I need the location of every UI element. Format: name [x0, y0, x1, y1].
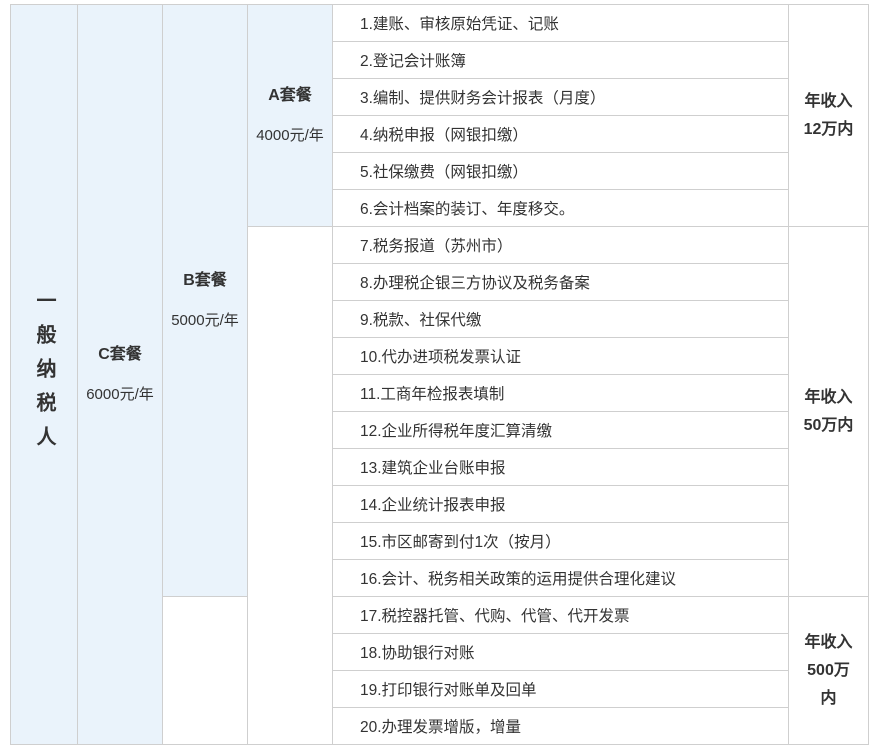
service-item-text: 11.工商年检报表填制 — [360, 386, 505, 403]
package-b-cell: B套餐 5000元/年 — [162, 4, 248, 597]
service-item-text: 12.企业所得税年度汇算清缴 — [360, 423, 553, 440]
service-item: 1.建账、审核原始凭证、记账 — [332, 4, 789, 42]
service-item: 19.打印银行对账单及回单 — [332, 670, 789, 708]
package-c-name: C套餐 — [98, 345, 142, 363]
service-item: 8.办理税企银三方协议及税务备案 — [332, 263, 789, 301]
category-cell: 一般纳税人 — [10, 4, 78, 745]
service-item-text: 18.协助银行对账 — [360, 645, 475, 662]
package-c-price: 6000元/年 — [86, 385, 154, 403]
service-item-text: 1.建账、审核原始凭证、记账 — [360, 16, 559, 33]
service-package-table: 一般纳税人 C套餐 6000元/年 B套餐 5000元/年 A套餐 4000元/… — [0, 0, 886, 753]
service-item-text: 2.登记会计账簿 — [360, 53, 466, 70]
service-item-text: 17.税控器托管、代购、代管、代开发票 — [360, 608, 630, 625]
income-value: 12万内 — [803, 120, 854, 138]
service-item-text: 8.办理税企银三方协议及税务备案 — [360, 275, 590, 292]
service-item-text: 7.税务报道（苏州市） — [360, 238, 513, 255]
service-item-text: 14.企业统计报表申报 — [360, 497, 506, 514]
income-label: 年收入 — [804, 388, 853, 406]
service-item: 2.登记会计账簿 — [332, 41, 789, 79]
service-item-text: 10.代办进项税发票认证 — [360, 349, 522, 366]
service-item-text: 4.纳税申报（网银扣缴） — [360, 127, 528, 144]
income-value: 50万内 — [803, 416, 854, 434]
category-title: 一般纳税人 — [33, 289, 55, 460]
service-item-text: 13.建筑企业台账申报 — [360, 460, 506, 477]
package-b-empty-cell — [162, 596, 248, 745]
service-item: 11.工商年检报表填制 — [332, 374, 789, 412]
service-item: 5.社保缴费（网银扣缴） — [332, 152, 789, 190]
income-label: 年收入 — [804, 92, 853, 110]
income-range-second: 年收入 50万内 — [788, 226, 869, 597]
service-item: 7.税务报道（苏州市） — [332, 226, 789, 264]
service-item: 18.协助银行对账 — [332, 633, 789, 671]
service-item: 3.编制、提供财务会计报表（月度） — [332, 78, 789, 116]
income-suffix: 内 — [820, 689, 837, 707]
service-item: 14.企业统计报表申报 — [332, 485, 789, 523]
service-item-text: 19.打印银行对账单及回单 — [360, 682, 537, 699]
package-b-price: 5000元/年 — [171, 311, 239, 329]
income-range-third: 年收入 500万 内 — [788, 596, 869, 745]
package-a-name: A套餐 — [268, 86, 312, 104]
package-c-cell: C套餐 6000元/年 — [77, 4, 163, 745]
package-b-name: B套餐 — [183, 271, 227, 289]
income-value: 500万 — [807, 661, 850, 679]
service-item: 12.企业所得税年度汇算清缴 — [332, 411, 789, 449]
package-a-empty-cell — [247, 226, 333, 745]
service-item: 20.办理发票增版，增量 — [332, 707, 789, 745]
package-a-cell: A套餐 4000元/年 — [247, 4, 333, 227]
service-item: 6.会计档案的装订、年度移交。 — [332, 189, 789, 227]
service-item: 15.市区邮寄到付1次（按月） — [332, 522, 789, 560]
service-item: 10.代办进项税发票认证 — [332, 337, 789, 375]
income-label: 年收入 — [804, 633, 853, 651]
service-item: 16.会计、税务相关政策的运用提供合理化建议 — [332, 559, 789, 597]
service-item-text: 20.办理发票增版，增量 — [360, 719, 522, 736]
service-item-text: 15.市区邮寄到付1次（按月） — [360, 534, 561, 551]
service-item: 13.建筑企业台账申报 — [332, 448, 789, 486]
service-item-text: 5.社保缴费（网银扣缴） — [360, 164, 528, 181]
service-item-text: 9.税款、社保代缴 — [360, 312, 482, 329]
service-item-text: 3.编制、提供财务会计报表（月度） — [360, 90, 606, 107]
income-range-first: 年收入 12万内 — [788, 4, 869, 227]
service-item: 9.税款、社保代缴 — [332, 300, 789, 338]
service-item-text: 16.会计、税务相关政策的运用提供合理化建议 — [360, 571, 677, 588]
service-item: 4.纳税申报（网银扣缴） — [332, 115, 789, 153]
package-a-price: 4000元/年 — [256, 126, 324, 144]
service-item-text: 6.会计档案的装订、年度移交。 — [360, 201, 575, 218]
service-item: 17.税控器托管、代购、代管、代开发票 — [332, 596, 789, 634]
